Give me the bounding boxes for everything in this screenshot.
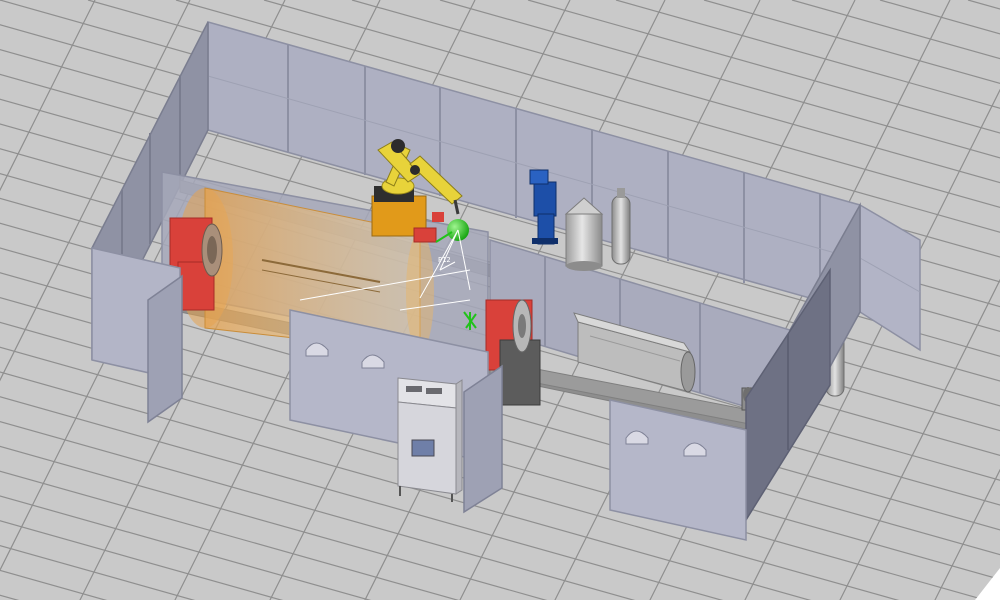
welding-fume-tank: [564, 197, 604, 271]
welding-cell-scene[interactable]: P12: [0, 0, 1000, 600]
front-middle-door[interactable]: [463, 364, 503, 514]
3d-viewport[interactable]: P12: [0, 0, 1000, 600]
grid-line: [0, 594, 20, 600]
front-left-door[interactable]: [147, 274, 183, 424]
right-back-door: [859, 203, 921, 352]
grid-line: [967, 0, 1000, 10]
corner-overlay: [975, 568, 1000, 600]
gas-cylinder-icon: [611, 188, 631, 265]
p12-marker-label: P12: [438, 256, 451, 264]
control-cabinet-icon[interactable]: [397, 377, 463, 502]
